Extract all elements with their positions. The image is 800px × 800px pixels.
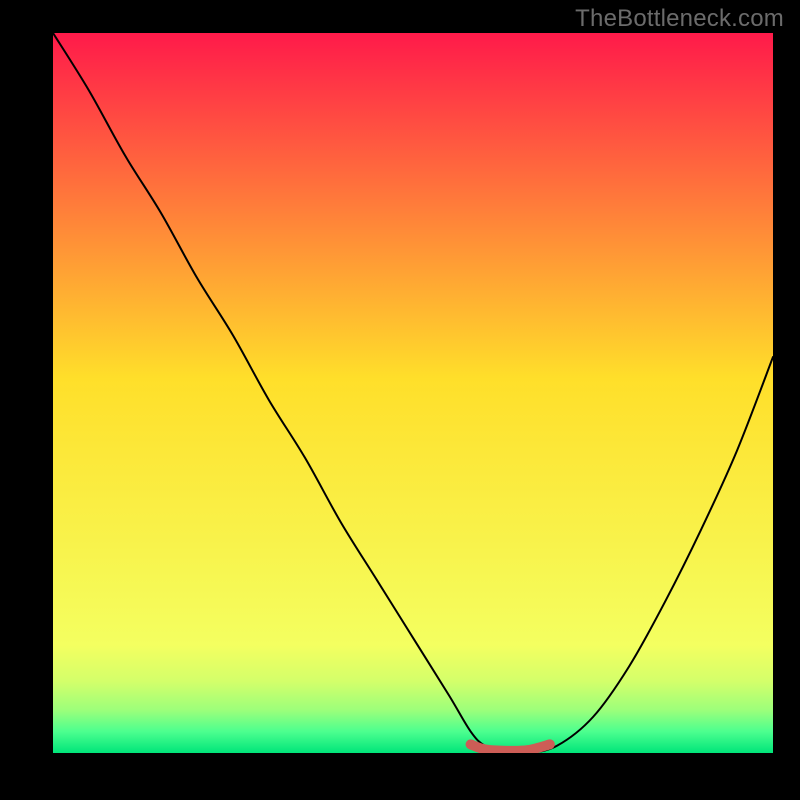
chart-frame: TheBottleneck.com [0,0,800,800]
watermark-text: TheBottleneck.com [575,5,784,33]
plot-area [53,33,773,753]
bottleneck-chart [53,33,773,753]
gradient-background [53,33,773,753]
